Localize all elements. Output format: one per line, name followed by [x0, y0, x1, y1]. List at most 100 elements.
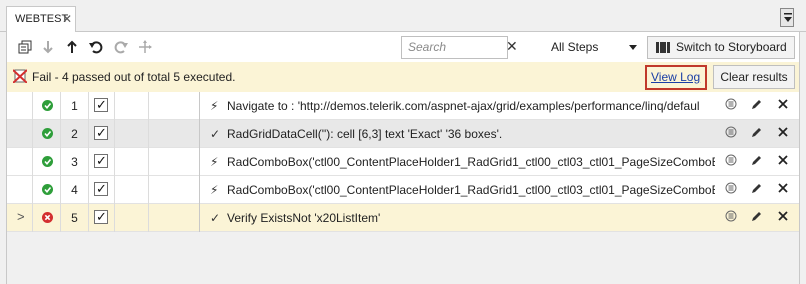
view-log-link[interactable]: View Log — [651, 70, 700, 84]
toolbar: Search ✕ All Steps Switch to Storyboard — [6, 32, 800, 62]
step-number: 4 — [61, 176, 89, 204]
step-properties-icon[interactable] — [725, 98, 737, 113]
step-actions — [715, 204, 799, 232]
step-result — [33, 204, 61, 232]
row-selector[interactable] — [7, 120, 33, 148]
view-log-highlight: View Log — [645, 65, 707, 90]
search-input[interactable]: Search — [401, 36, 508, 59]
delete-step-icon[interactable] — [777, 182, 789, 197]
step-properties-icon[interactable] — [725, 182, 737, 197]
step-number: 1 — [61, 92, 89, 120]
row-selector[interactable] — [7, 92, 33, 120]
step-cell — [115, 148, 149, 176]
step-row[interactable]: 1 ✓ ⚡ Navigate to : 'http://demos.teleri… — [7, 92, 799, 120]
move-steps-icon[interactable] — [137, 39, 153, 55]
step-enabled-checkbox[interactable]: ✓ — [89, 176, 115, 204]
redo-icon[interactable] — [113, 39, 129, 55]
failed-result-icon — [13, 69, 27, 83]
step-text: RadGridDataCell(''): cell [6,3] text 'Ex… — [227, 127, 503, 141]
step-row[interactable]: 2 ✓ ✓ RadGridDataCell(''): cell [6,3] te… — [7, 120, 799, 148]
tab-webtest[interactable]: WEBTEST ✕ — [6, 6, 76, 33]
tab-close-icon[interactable]: ✕ — [62, 7, 72, 31]
step-description[interactable]: ✓ RadGridDataCell(''): cell [6,3] text '… — [199, 120, 715, 148]
step-result — [33, 120, 61, 148]
clear-results-button[interactable]: Clear results — [713, 65, 795, 89]
passed-icon — [42, 184, 53, 195]
verification-step-icon: ✓ — [210, 211, 221, 225]
result-status-bar: Fail - 4 passed out of total 5 executed.… — [6, 62, 800, 92]
move-up-icon[interactable] — [64, 39, 80, 55]
step-text: RadComboBox('ctl00_ContentPlaceHolder1_R… — [227, 183, 715, 197]
step-cell — [149, 92, 199, 120]
step-properties-icon[interactable] — [725, 154, 737, 169]
tab-strip: WEBTEST ✕ — [0, 0, 806, 33]
step-filter-select[interactable]: All Steps — [531, 36, 641, 59]
passed-icon — [42, 100, 53, 111]
step-text: Verify ExistsNot 'x20ListItem' — [227, 211, 381, 225]
storyboard-label: Switch to Storyboard — [676, 40, 787, 54]
action-step-icon: ⚡ — [210, 183, 219, 197]
step-number: 2 — [61, 120, 89, 148]
row-selector[interactable] — [7, 176, 33, 204]
caret-down-icon — [629, 45, 637, 50]
step-actions — [715, 120, 799, 148]
checkmark-icon: ✓ — [96, 153, 107, 168]
move-down-icon[interactable] — [40, 39, 56, 55]
step-row[interactable]: 3 ✓ ⚡ RadComboBox('ctl00_ContentPlaceHol… — [7, 148, 799, 176]
step-text: RadComboBox('ctl00_ContentPlaceHolder1_R… — [227, 155, 715, 169]
storyboard-icon — [656, 42, 670, 53]
checkmark-icon: ✓ — [96, 209, 107, 224]
delete-step-icon[interactable] — [777, 126, 789, 141]
action-step-icon: ⚡ — [210, 99, 219, 113]
step-row[interactable]: 4 ✓ ⚡ RadComboBox('ctl00_ContentPlaceHol… — [7, 176, 799, 204]
step-description[interactable]: ⚡ RadComboBox('ctl00_ContentPlaceHolder1… — [199, 176, 715, 204]
delete-step-icon[interactable] — [777, 210, 789, 225]
row-selector[interactable]: > — [7, 204, 33, 232]
step-cell — [149, 176, 199, 204]
step-description[interactable]: ✓ Verify ExistsNot 'x20ListItem' — [199, 204, 715, 232]
step-cell — [149, 148, 199, 176]
delete-step-icon[interactable] — [777, 154, 789, 169]
step-enabled-checkbox[interactable]: ✓ — [89, 204, 115, 232]
edit-step-icon[interactable] — [751, 182, 763, 197]
step-number: 3 — [61, 148, 89, 176]
action-step-icon: ⚡ — [210, 155, 219, 169]
checkmark-icon: ✓ — [96, 181, 107, 196]
step-text: Navigate to : 'http://demos.telerik.com/… — [227, 99, 700, 113]
clear-search-icon[interactable]: ✕ — [506, 38, 518, 55]
copy-steps-icon[interactable] — [17, 39, 33, 55]
edit-step-icon[interactable] — [751, 98, 763, 113]
step-cell — [115, 120, 149, 148]
step-number: 5 — [61, 204, 89, 232]
undo-icon[interactable] — [88, 39, 104, 55]
step-actions — [715, 176, 799, 204]
step-description[interactable]: ⚡ RadComboBox('ctl00_ContentPlaceHolder1… — [199, 148, 715, 176]
step-filter-value: All Steps — [551, 40, 599, 54]
checkmark-icon: ✓ — [96, 125, 107, 140]
edit-step-icon[interactable] — [751, 154, 763, 169]
edit-step-icon[interactable] — [751, 210, 763, 225]
passed-icon — [42, 156, 53, 167]
step-enabled-checkbox[interactable]: ✓ — [89, 120, 115, 148]
step-actions — [715, 148, 799, 176]
checkmark-icon: ✓ — [96, 97, 107, 112]
step-properties-icon[interactable] — [725, 210, 737, 225]
edit-step-icon[interactable] — [751, 126, 763, 141]
tab-list-dropdown-button[interactable] — [780, 8, 794, 27]
steps-grid: 1 ✓ ⚡ Navigate to : 'http://demos.teleri… — [6, 92, 800, 284]
step-cell — [115, 92, 149, 120]
failed-icon — [42, 212, 53, 223]
step-enabled-checkbox[interactable]: ✓ — [89, 92, 115, 120]
step-enabled-checkbox[interactable]: ✓ — [89, 148, 115, 176]
step-cell — [115, 176, 149, 204]
step-cell — [149, 120, 199, 148]
step-cell — [115, 204, 149, 232]
step-description[interactable]: ⚡ Navigate to : 'http://demos.telerik.co… — [199, 92, 715, 120]
row-selector[interactable] — [7, 148, 33, 176]
step-row[interactable]: > 5 ✓ ✓ Verify ExistsNot 'x20ListItem' — [7, 204, 799, 232]
delete-step-icon[interactable] — [777, 98, 789, 113]
step-properties-icon[interactable] — [725, 126, 737, 141]
switch-to-storyboard-button[interactable]: Switch to Storyboard — [647, 36, 795, 59]
step-result — [33, 176, 61, 204]
verification-step-icon: ✓ — [210, 127, 221, 141]
